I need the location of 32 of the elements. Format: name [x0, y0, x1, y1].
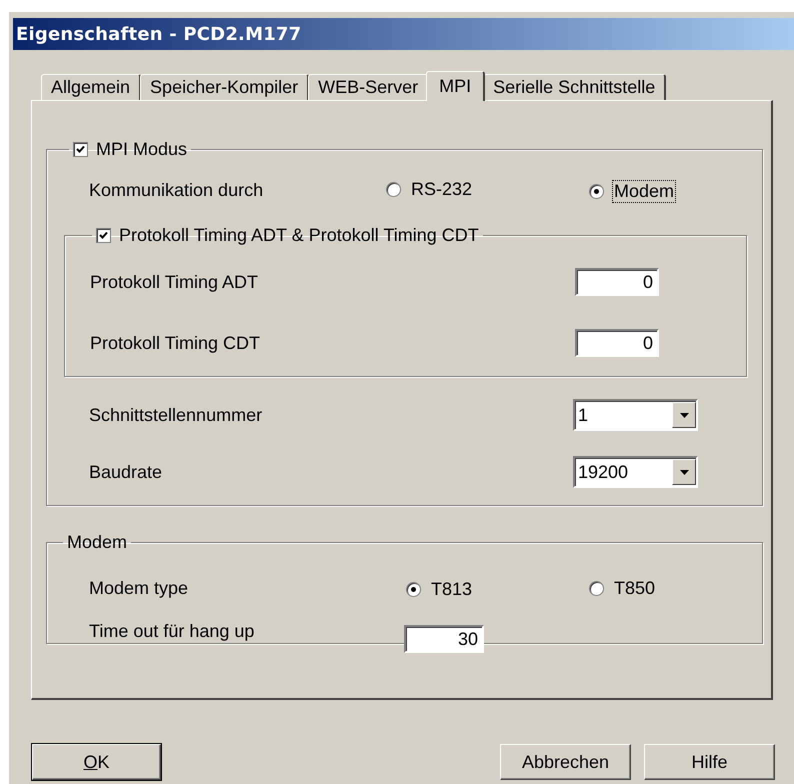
field-label: Baudrate [89, 462, 164, 482]
radio-button[interactable]: T813 [406, 578, 474, 601]
field-label: Time out für hang up [89, 621, 256, 642]
field-label: Schnittstellennummer [89, 404, 264, 426]
checkbox-label: Protokoll Timing ADT & Protokoll Timing CDT [119, 225, 479, 246]
window-title: Eigenschaften - PCD2.M177 [13, 18, 794, 50]
input-field[interactable]: 0 [575, 329, 659, 357]
dialog-button[interactable]: Abbrechen [500, 744, 631, 780]
checkbox[interactable] [73, 142, 88, 157]
field-label: Protokoll Timing CDT [90, 332, 262, 354]
input-field[interactable]: 30 [404, 625, 484, 653]
dialog-button[interactable]: Hilfe [644, 744, 775, 780]
checkbox[interactable] [96, 228, 111, 243]
radio-button[interactable]: T850 [589, 576, 658, 600]
dropdown-arrow-icon [680, 412, 688, 418]
dialog-button[interactable]: OK [32, 744, 161, 780]
field-label: Kommunikation durch [89, 180, 264, 200]
checkmark-icon [76, 145, 85, 154]
dropdown[interactable]: 19200 [573, 456, 698, 488]
input-field[interactable]: 0 [575, 268, 659, 296]
dropdown[interactable]: 1 [573, 399, 698, 431]
tab[interactable]: Speicher-Kompiler [140, 74, 310, 100]
tab[interactable]: Serielle Schnittstelle [483, 74, 666, 100]
group-title: Modem [67, 532, 128, 553]
checkmark-icon [99, 231, 108, 240]
tab[interactable]: MPI [426, 71, 486, 101]
checkbox-label: MPI Modus [96, 139, 188, 160]
dropdown-arrow-icon [680, 470, 688, 474]
radio-button[interactable]: RS-232 [386, 178, 474, 201]
field-label: Protokoll Timing ADT [90, 272, 260, 292]
tab[interactable]: Allgemein [41, 74, 142, 100]
field-label: Modem type [89, 578, 190, 599]
